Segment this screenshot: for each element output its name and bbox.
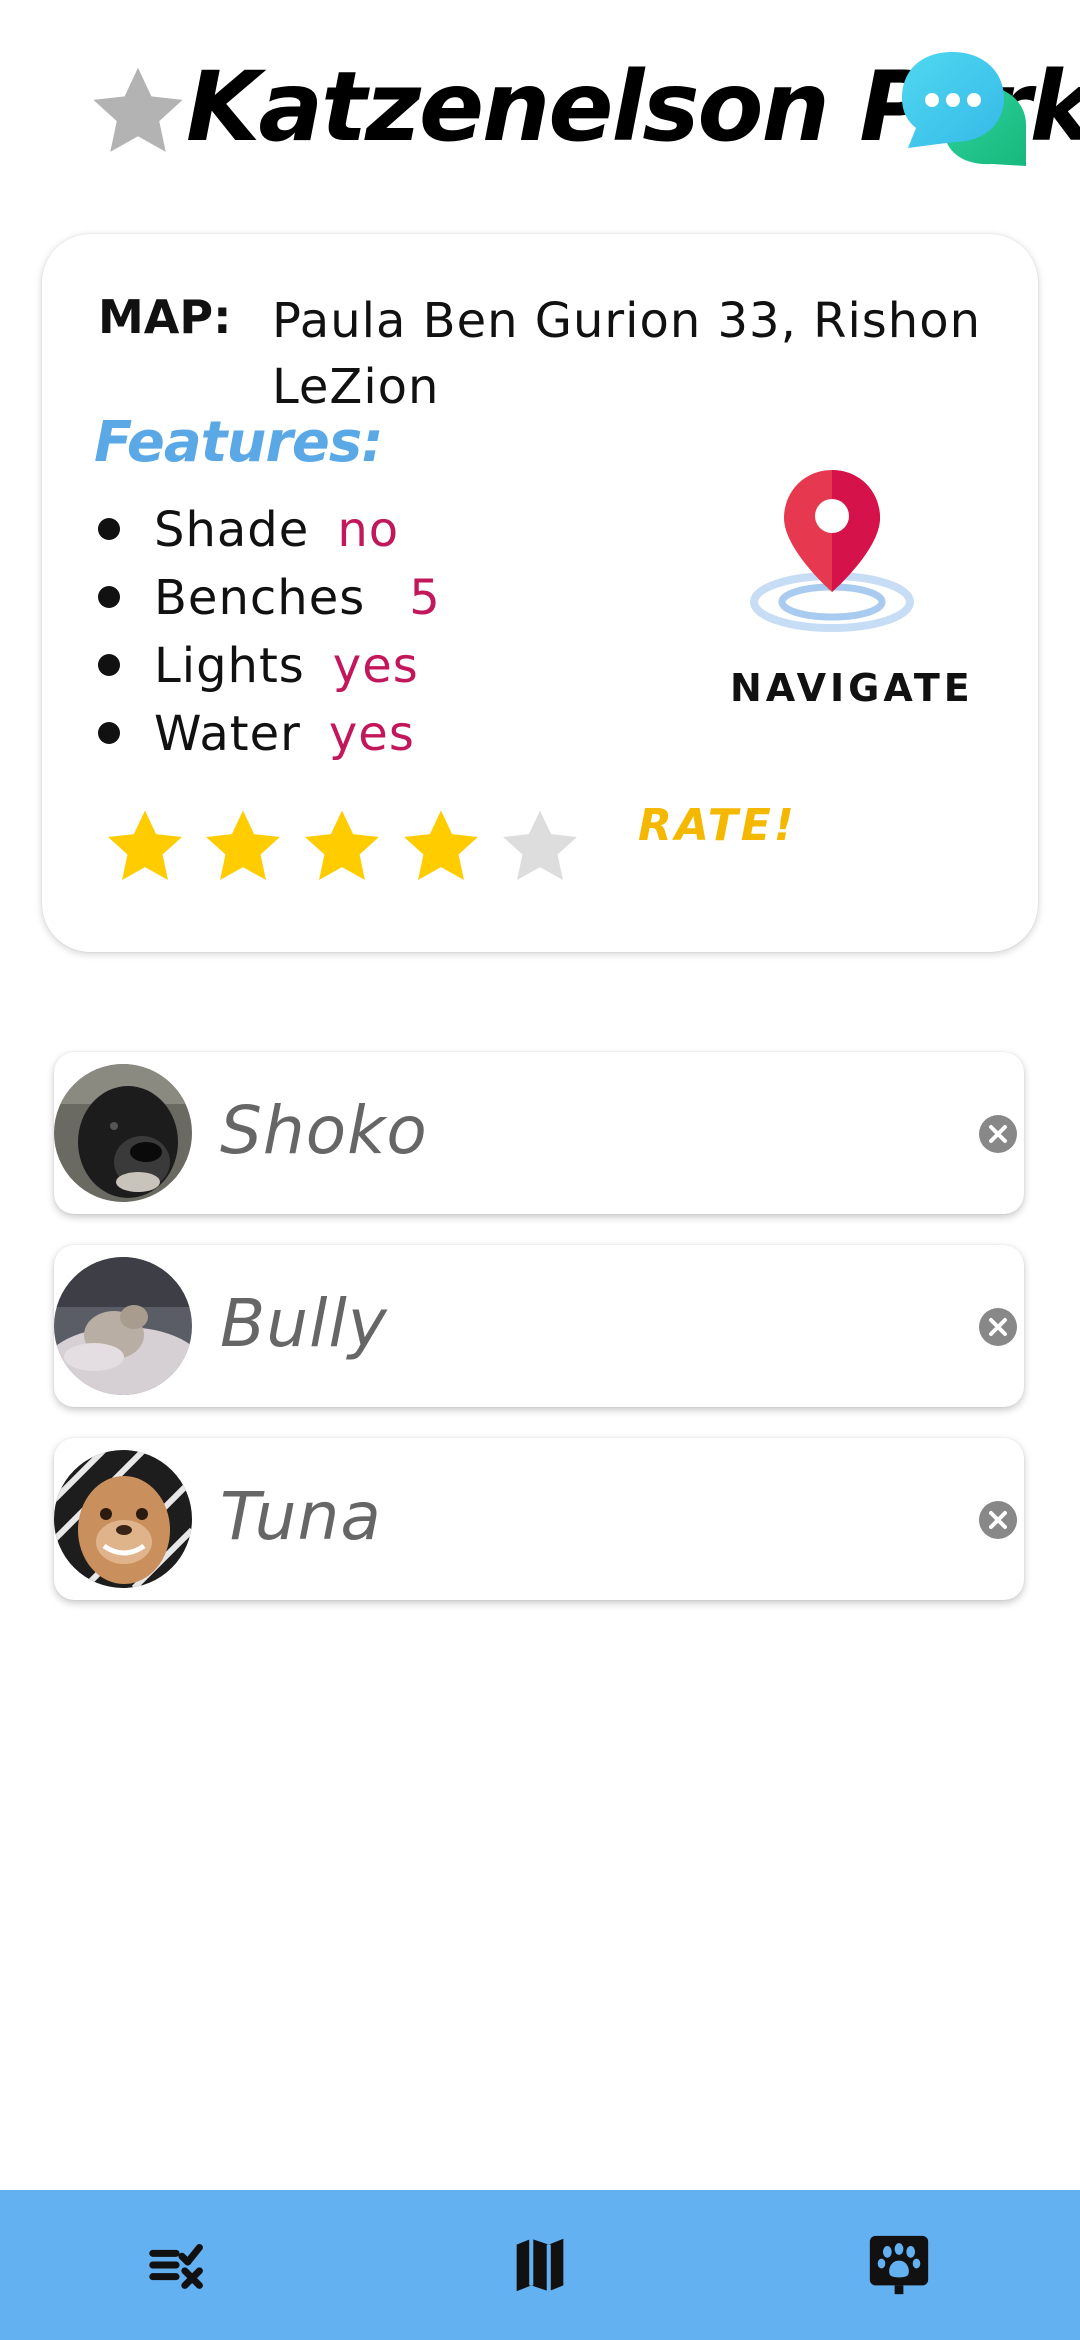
map-label: MAP: [98,290,232,344]
feature-value: yes [332,638,419,694]
dog-avatar [54,1257,192,1395]
bullet [98,654,120,676]
feature-value: yes [328,706,415,762]
star-icon[interactable] [297,804,387,890]
feature-value: 5 [409,570,441,626]
dog-list-item-shoko[interactable]: Shoko [54,1052,1024,1214]
bullet [98,518,120,540]
paw-icon[interactable] [864,2230,934,2300]
park-address[interactable]: Paula Ben Gurion 33, Rishon LeZion [272,288,992,420]
feature-name: Water [154,706,301,762]
dog-list-item-bully[interactable]: Bully [54,1245,1024,1407]
star-icon[interactable] [86,60,190,164]
dog-avatar [54,1450,192,1588]
dog-list-item-tuna[interactable]: Tuna [54,1438,1024,1600]
dog-name: Shoko [220,1092,428,1169]
feature-name: Shade [154,502,310,558]
star-empty-icon[interactable] [495,804,585,890]
rate-button[interactable]: RATE! [638,800,797,851]
park-info-card: MAP: Paula Ben Gurion 33, Rishon LeZion … [42,234,1038,952]
chat-bubbles-icon[interactable] [900,48,1030,172]
feature-item-shade: Shade no [98,496,441,564]
dog-name: Tuna [220,1478,382,1555]
feature-item-lights: Lights yes [98,632,441,700]
checklist-icon[interactable] [144,2230,214,2300]
bullet [98,722,120,744]
bottom-navigation [0,2190,1080,2340]
feature-item-water: Water yes [98,700,441,768]
bullet [98,586,120,608]
feature-value: no [337,502,400,558]
remove-icon[interactable] [978,1500,1018,1540]
dog-avatar [54,1064,192,1202]
feature-list: Shade no Benches 5 Lights yes Water yes [98,496,441,768]
dog-name: Bully [220,1285,388,1362]
features-title: Features: [94,410,384,475]
remove-icon[interactable] [978,1307,1018,1347]
feature-name: Lights [154,638,305,694]
navigate-button[interactable]: NAVIGATE [730,666,974,710]
app-header: Katzenelson Park [0,0,1080,200]
location-pin-icon[interactable] [742,464,922,639]
star-icon[interactable] [100,804,190,890]
map-icon[interactable] [505,2230,575,2300]
star-icon[interactable] [396,804,486,890]
feature-item-benches: Benches 5 [98,564,441,632]
feature-name: Benches [154,570,366,626]
remove-icon[interactable] [978,1114,1018,1154]
star-icon[interactable] [198,804,288,890]
